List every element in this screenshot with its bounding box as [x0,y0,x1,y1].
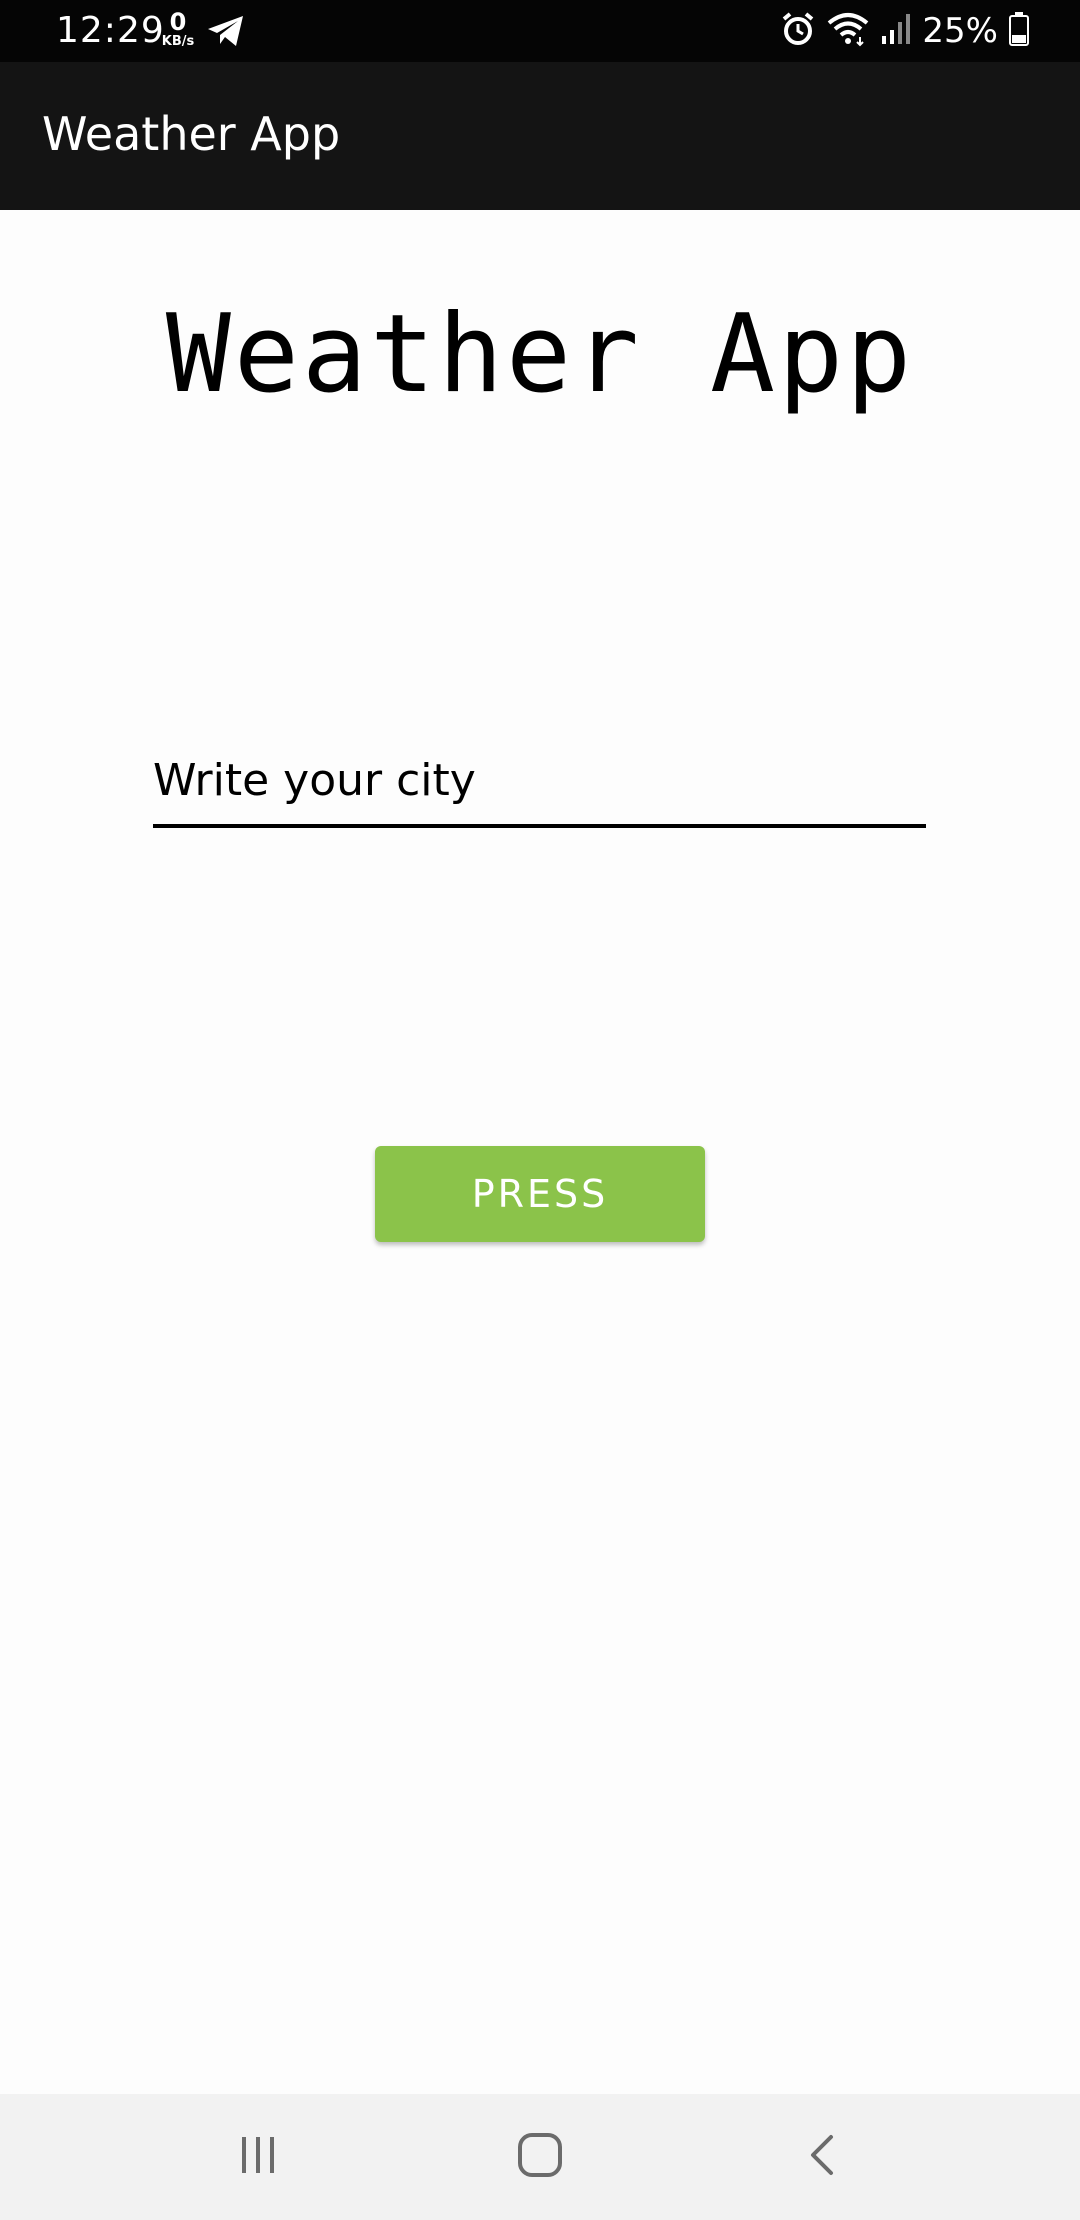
page-heading: Weather App [165,292,915,417]
signal-icon [880,12,912,50]
network-speed-value: 0 [169,8,187,36]
network-speed: 0 KB/s [158,10,198,48]
battery-percent: 25% [922,11,998,51]
wifi-icon [826,11,870,51]
telegram-icon [206,14,246,48]
press-button[interactable]: PRESS [375,1146,705,1242]
network-speed-unit: KB/s [161,34,195,49]
recents-icon [236,2133,280,2181]
alarm-icon [780,11,816,51]
recents-button[interactable] [188,2094,328,2220]
app-bar: Weather App [0,62,1080,210]
home-icon [517,2132,563,2182]
status-right-group: 25% [780,10,1030,52]
battery-icon [1008,11,1030,51]
city-input[interactable] [153,740,926,820]
city-field [153,740,926,828]
status-bar: 12:29 0 KB/s 25% [0,0,1080,62]
back-icon [807,2133,837,2181]
screen: 12:29 0 KB/s 25% Weather App Weather App… [0,0,1080,2220]
status-time: 12:29 [56,10,165,51]
back-button[interactable] [752,2094,892,2220]
home-button[interactable] [470,2094,610,2220]
nav-bar [0,2094,1080,2220]
app-bar-title: Weather App [42,107,341,161]
